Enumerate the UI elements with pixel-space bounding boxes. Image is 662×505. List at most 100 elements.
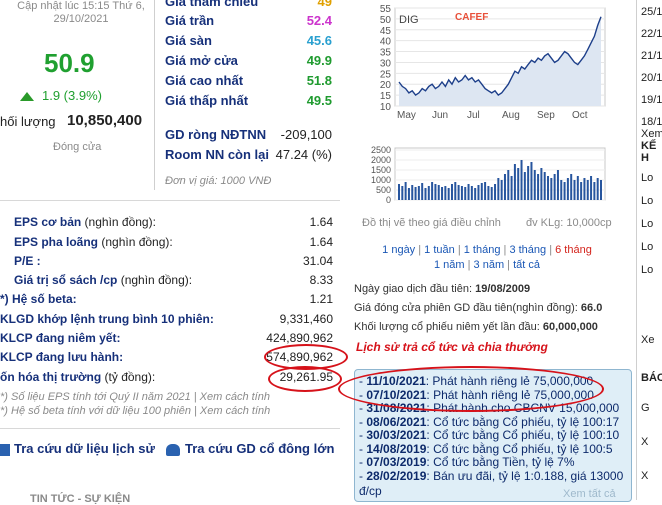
fundamental-label-main: KLCP đang niêm yết: bbox=[0, 331, 121, 345]
update-time-line2: 29/10/2021 bbox=[53, 13, 109, 25]
sidebar-more-link[interactable]: Xe bbox=[641, 334, 654, 346]
range-link[interactable]: 1 tháng bbox=[464, 244, 501, 256]
fundamental-value: 1.64 bbox=[309, 235, 333, 249]
sidebar-more-link[interactable]: Xem bbox=[641, 128, 662, 140]
sidebar-date: 18/1 bbox=[641, 116, 662, 128]
dividend-date: 28/02/2019 bbox=[366, 468, 427, 483]
range-link[interactable]: 1 năm bbox=[434, 259, 465, 271]
sidebar-list-item[interactable]: Lo bbox=[641, 195, 653, 207]
dividend-text: : Cổ tức bằng Cổ phiếu, tỷ lệ 100:10 bbox=[426, 428, 620, 442]
volume-bar bbox=[553, 174, 556, 200]
sidebar-date: 19/1 bbox=[641, 94, 662, 106]
update-time: Cập nhật lúc 15:15 Thứ 6, 29/10/2021 bbox=[6, 0, 156, 26]
price-change: 1.9 (3.9%) bbox=[20, 88, 102, 103]
range-link[interactable]: 1 ngày bbox=[382, 244, 415, 256]
stock-chart[interactable]: 10 15 20 25 30 35 40 45 50 55 0 500 1000 1500 2000 2500… bbox=[350, 0, 610, 205]
sidebar-list-item[interactable]: Lo bbox=[641, 218, 653, 230]
sidebar-list-item[interactable]: Lo bbox=[641, 241, 653, 253]
volume-bar bbox=[474, 188, 477, 200]
volume-bar bbox=[467, 184, 470, 200]
first-trading-day: Ngày giao dịch đầu tiên: 19/08/2009 bbox=[354, 283, 530, 295]
volume-bar bbox=[398, 184, 400, 200]
history-link-label: Tra cứu dữ liệu lịch sử bbox=[14, 441, 155, 456]
volume-bar bbox=[560, 180, 563, 200]
volume-bar bbox=[470, 186, 473, 200]
users-icon bbox=[166, 443, 180, 456]
dividend-item: - 14/08/2019: Cổ tức bằng Cổ phiếu, tỷ l… bbox=[359, 442, 613, 456]
cafef-logo: CAFEF bbox=[455, 12, 488, 23]
chart-note: Đồ thị vẽ theo giá điều chỉnh bbox=[362, 217, 501, 229]
volume-bar bbox=[503, 174, 506, 200]
range-link[interactable]: 1 tuần bbox=[424, 244, 455, 256]
x-tick-label: Oct bbox=[572, 110, 588, 121]
range-separator: | bbox=[415, 244, 425, 256]
view-all-link[interactable]: Xem tất cả bbox=[563, 488, 616, 500]
dividend-text: : Cổ tức bằng Cổ phiếu, tỷ lệ 100:5 bbox=[426, 441, 613, 456]
volume-bar bbox=[447, 188, 450, 200]
volume-bar bbox=[427, 186, 430, 200]
fundamental-label-main: ốn hóa thị trường bbox=[0, 370, 102, 384]
volume-bar bbox=[487, 186, 490, 200]
volume-unit: đv KLg: 10,000cp bbox=[526, 217, 612, 229]
table-icon bbox=[0, 443, 10, 456]
fundamental-label: KLCP đang lưu hành: bbox=[0, 350, 123, 364]
volume-plot-area bbox=[394, 147, 606, 201]
volume-bar bbox=[424, 188, 427, 200]
eps-note: *) Số liệu EPS tính tới Quý II năm 2021 … bbox=[0, 391, 270, 403]
fundamental-value: 31.04 bbox=[302, 254, 333, 268]
annotation-circle-dividends bbox=[338, 366, 604, 412]
sidebar-list-item[interactable]: X bbox=[641, 470, 648, 482]
fundamental-label-main: Giá trị sổ sách /cp bbox=[14, 273, 118, 287]
current-price: 50.9 bbox=[44, 48, 95, 78]
sidebar-list-item[interactable]: Lo bbox=[641, 172, 653, 184]
fundamental-label: P/E : bbox=[14, 254, 41, 268]
volume-bar bbox=[484, 182, 487, 200]
range-link[interactable]: 3 tháng bbox=[509, 244, 546, 256]
range-link[interactable]: 3 năm bbox=[474, 259, 505, 271]
volume-value: 10,850,400 bbox=[67, 112, 143, 129]
dividend-text: : Bán ưu đãi, tỷ lệ 1:0.188, giá 13000 bbox=[426, 468, 624, 483]
volume-bar bbox=[407, 188, 410, 200]
fundamental-label-suffix: (nghìn đồng): bbox=[117, 273, 193, 287]
volume-bar bbox=[507, 170, 510, 200]
volume-tick-label: 2500 bbox=[371, 145, 391, 155]
stat-label: Giá sàn bbox=[165, 33, 212, 48]
sidebar-list-item[interactable]: Lo bbox=[641, 264, 653, 276]
shareholders-link[interactable]: Tra cứu GD cổ đông lớn & c bbox=[166, 441, 336, 456]
x-tick-label: May bbox=[397, 110, 416, 121]
volume-tick-label: 1000 bbox=[371, 175, 391, 185]
volume-bar bbox=[411, 185, 414, 200]
sidebar-date: 21/1 bbox=[641, 50, 662, 62]
fundamental-label-main: KLGD khớp lệnh trung bình 10 phiên: bbox=[0, 312, 214, 326]
range-link[interactable]: tất cả bbox=[513, 259, 540, 271]
fundamental-value: 424,890,962 bbox=[266, 331, 333, 345]
fundamental-value: 1.21 bbox=[309, 292, 333, 306]
dividend-date: 08/06/2021 bbox=[366, 414, 427, 429]
volume-bar bbox=[543, 172, 546, 200]
volume-bar bbox=[527, 166, 530, 200]
range-link[interactable]: 6 tháng bbox=[555, 244, 592, 256]
volume-bar bbox=[600, 180, 602, 200]
volume-bar bbox=[434, 184, 437, 200]
sidebar-list-item[interactable]: X bbox=[641, 436, 648, 448]
volume-bar bbox=[523, 172, 526, 200]
first-day-value: 19/08/2009 bbox=[475, 283, 531, 295]
bottom-divider bbox=[0, 428, 340, 429]
volume-bar bbox=[540, 168, 543, 200]
volume-bar bbox=[570, 174, 573, 200]
fundamental-label-main: P/E : bbox=[14, 254, 41, 268]
volume-bar bbox=[444, 186, 447, 200]
stat-value: 45.6 bbox=[306, 33, 332, 48]
right-sidebar: 25/1 22/1 21/1 20/1 19/1 18/1 Xem KẾ H Lo Lo Lo Lo L… bbox=[636, 0, 662, 500]
price-tick-label: 55 bbox=[380, 4, 392, 15]
volume-bar bbox=[590, 176, 593, 200]
fundamental-label: KLCP đang niêm yết: bbox=[0, 331, 120, 345]
dividend-item: - 07/03/2019: Cổ tức bằng Tiền, tỷ lệ 7% bbox=[359, 455, 575, 469]
sidebar-date: 20/1 bbox=[641, 72, 662, 84]
x-tick-label: Jul bbox=[467, 110, 480, 121]
x-tick-label: Sep bbox=[537, 110, 555, 121]
history-link[interactable]: Tra cứu dữ liệu lịch sử bbox=[0, 441, 155, 456]
fundamental-value: 9,331,460 bbox=[279, 312, 333, 326]
stat-value: 52.4 bbox=[306, 13, 332, 28]
sidebar-list-item[interactable]: G bbox=[641, 402, 650, 414]
